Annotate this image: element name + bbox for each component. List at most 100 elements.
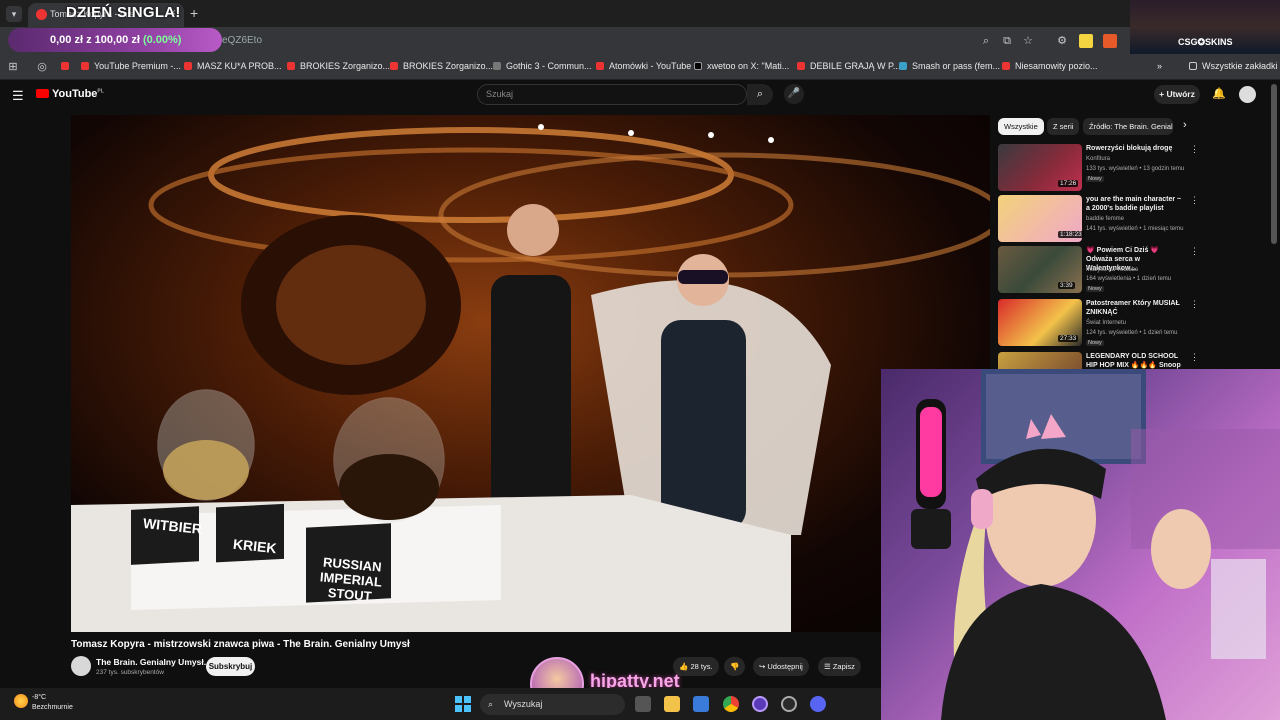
- bookmark-item-3[interactable]: MASZ KU*A PROB...: [184, 61, 282, 71]
- youtube-logo-text: YouTube: [52, 88, 98, 100]
- extension-icon[interactable]: ⚙: [1055, 34, 1069, 48]
- bookmark-star-icon[interactable]: ☆: [1021, 34, 1035, 48]
- chevron-right-icon[interactable]: ›: [1183, 119, 1187, 131]
- like-count: 28 tys.: [690, 662, 713, 671]
- scrollbar[interactable]: [1271, 84, 1277, 244]
- bookmark-item-6[interactable]: Gothic 3 - Commun...: [493, 61, 592, 71]
- more-options-icon[interactable]: ⋮: [1190, 144, 1199, 155]
- extension-orange-icon[interactable]: [1103, 34, 1117, 48]
- bookmark-item-9[interactable]: DEBILE GRAJĄ W P...: [797, 61, 900, 71]
- windows-start-icon[interactable]: [455, 696, 471, 712]
- store-icon[interactable]: [693, 696, 709, 712]
- search-icon: ⌕: [488, 699, 494, 709]
- discord-icon[interactable]: [810, 696, 826, 712]
- more-options-icon[interactable]: ⋮: [1190, 195, 1199, 206]
- more-options-icon[interactable]: ⋮: [1190, 246, 1199, 257]
- channel-avatar[interactable]: [71, 656, 91, 676]
- sponsor-banner: CSG✪SKINS: [1130, 0, 1280, 54]
- youtube-logo[interactable]: YouTubePL: [36, 88, 104, 100]
- menu-icon[interactable]: ☰: [12, 88, 24, 104]
- taskbar-search-label: Wyszukaj: [504, 699, 543, 709]
- youtube-logo-icon: [36, 89, 49, 98]
- extension-yellow-icon[interactable]: [1079, 34, 1093, 48]
- windows-taskbar: [0, 688, 881, 720]
- glass-label-stout: RUSSIAN IMPERIAL STOUT: [319, 554, 383, 604]
- microphone-icon[interactable]: 🎤: [784, 84, 804, 104]
- donation-percent: (0.00%): [142, 34, 182, 46]
- video-duration: 17:26: [1058, 180, 1079, 187]
- rec-title: Rowerzyści blokują drogę: [1086, 145, 1173, 152]
- bookmark-item-8[interactable]: xwetoo on X: "Mati...: [694, 61, 789, 71]
- new-tab-button[interactable]: +: [190, 5, 198, 21]
- apps-grid-icon[interactable]: ⊞: [6, 60, 20, 74]
- create-button[interactable]: + Utwórz: [1154, 85, 1200, 104]
- donation-goal-bar: 0,00 zł z 100,00 zł (0.00%): [8, 28, 222, 52]
- weather-widget[interactable]: -8°C Bezchmurnie: [32, 693, 73, 713]
- rec-channel: Świat Internetu: [1086, 320, 1127, 326]
- task-view-icon[interactable]: [635, 696, 651, 712]
- share-button[interactable]: ↪ Udostępnij: [753, 657, 809, 676]
- chip-series[interactable]: Z serii: [1047, 118, 1080, 135]
- address-field[interactable]: eQZ6Eto: [200, 31, 1030, 51]
- chrome-icon[interactable]: [723, 696, 739, 712]
- bookmark-globe-icon[interactable]: ◎: [35, 60, 49, 74]
- subscribe-button[interactable]: Subskrybuj: [206, 657, 255, 676]
- weather-icon[interactable]: [14, 694, 28, 708]
- zoom-icon[interactable]: ⌕: [979, 34, 993, 48]
- region-code: PL: [97, 88, 104, 95]
- recommendation-item[interactable]: 1:18:23 you are the main character ~ a 2…: [998, 195, 1268, 245]
- search-input[interactable]: Szukaj: [477, 84, 747, 105]
- app-icon[interactable]: [752, 696, 768, 712]
- more-options-icon[interactable]: ⋮: [1190, 299, 1199, 310]
- notifications-bell-icon[interactable]: 🔔: [1212, 87, 1226, 100]
- video-duration: 3:39: [1058, 282, 1075, 289]
- weather-condition: Bezchmurnie: [32, 704, 73, 711]
- bookmark-item-4[interactable]: BROKIES Zorganizo...: [287, 61, 390, 71]
- save-icon: ☰: [824, 662, 833, 671]
- cast-icon[interactable]: ⧉: [1000, 34, 1014, 48]
- search-icon[interactable]: ⌕: [747, 84, 773, 105]
- bookmark-item-5[interactable]: BROKIES Zorganizo...: [390, 61, 493, 71]
- site-icon: [899, 62, 907, 70]
- video-title: Tomasz Kopyra - mistrzowski znawca piwa …: [71, 639, 410, 650]
- bookmarks-overflow-icon[interactable]: »: [1157, 61, 1162, 71]
- steam-icon[interactable]: [781, 696, 797, 712]
- save-button[interactable]: ☰ Zapisz: [818, 657, 861, 676]
- recommendation-item[interactable]: 17:26 Rowerzyści blokują drogę Konfitura…: [998, 144, 1268, 194]
- bookmark-label: BROKIES Zorganizo...: [403, 61, 494, 71]
- bookmark-item-7[interactable]: Atomówki - YouTube: [596, 61, 691, 71]
- recommendation-item[interactable]: 27:33 Patostreamer Który MUSIAŁ ZNIKNĄĆ …: [998, 299, 1268, 349]
- webcam-overlay: [881, 369, 1280, 720]
- bookmark-label: Smash or pass (fem...: [912, 61, 1001, 71]
- taskbar-search[interactable]: ⌕ Wyszukaj: [480, 694, 625, 715]
- bookmark-label: xwetoo on X: "Mati...: [707, 61, 790, 71]
- bookmark-item-1[interactable]: [61, 61, 74, 71]
- rec-meta: 164 wyświetlenia • 1 dzień temu: [1086, 276, 1172, 282]
- rec-meta: 133 tys. wyświetleń • 13 godzin temu: [1086, 166, 1185, 172]
- new-badge: Nowy: [1086, 340, 1104, 346]
- folder-icon: [1189, 62, 1197, 70]
- temperature: -8°C: [32, 694, 47, 701]
- recommendation-item[interactable]: 3:39 💗 Powiem Ci Dziś 💗 Odważa serca w W…: [998, 246, 1268, 296]
- youtube-icon: [184, 62, 192, 70]
- rec-title: you are the main character ~ a 2000's ba…: [1086, 196, 1182, 212]
- bookmark-item-2[interactable]: YouTube Premium -...: [81, 61, 181, 71]
- dislike-button[interactable]: 👎: [724, 657, 746, 676]
- youtube-icon: [287, 62, 295, 70]
- bookmark-item-11[interactable]: Niesamowity pozio...: [1002, 61, 1098, 71]
- all-bookmarks[interactable]: Wszystkie zakładki: [1189, 61, 1278, 71]
- bookmark-label: DEBILE GRAJĄ W P...: [810, 61, 901, 71]
- channel-name[interactable]: The Brain. Genialny Umysł.: [96, 657, 206, 667]
- recommendation-item[interactable]: LEGENDARY OLD SCHOOL HIP HOP MIX 🔥🔥🔥 Sno…: [998, 352, 1268, 369]
- account-avatar[interactable]: [1239, 86, 1256, 103]
- file-explorer-icon[interactable]: [664, 696, 680, 712]
- video-frame: [71, 124, 990, 632]
- bookmark-item-10[interactable]: Smash or pass (fem...: [899, 61, 1000, 71]
- chip-source[interactable]: Źródło: The Brain. Genialny: [1083, 118, 1173, 135]
- chip-all[interactable]: Wszystkie: [998, 118, 1044, 135]
- bookmark-label: Niesamowity pozio...: [1015, 61, 1098, 71]
- rec-channel: Konfitura: [1086, 156, 1111, 162]
- more-options-icon[interactable]: ⋮: [1190, 352, 1199, 363]
- tab-search-button[interactable]: ▾: [6, 6, 22, 22]
- video-player[interactable]: WITBIER KRIEK RUSSIAN IMPERIAL STOUT: [71, 115, 990, 632]
